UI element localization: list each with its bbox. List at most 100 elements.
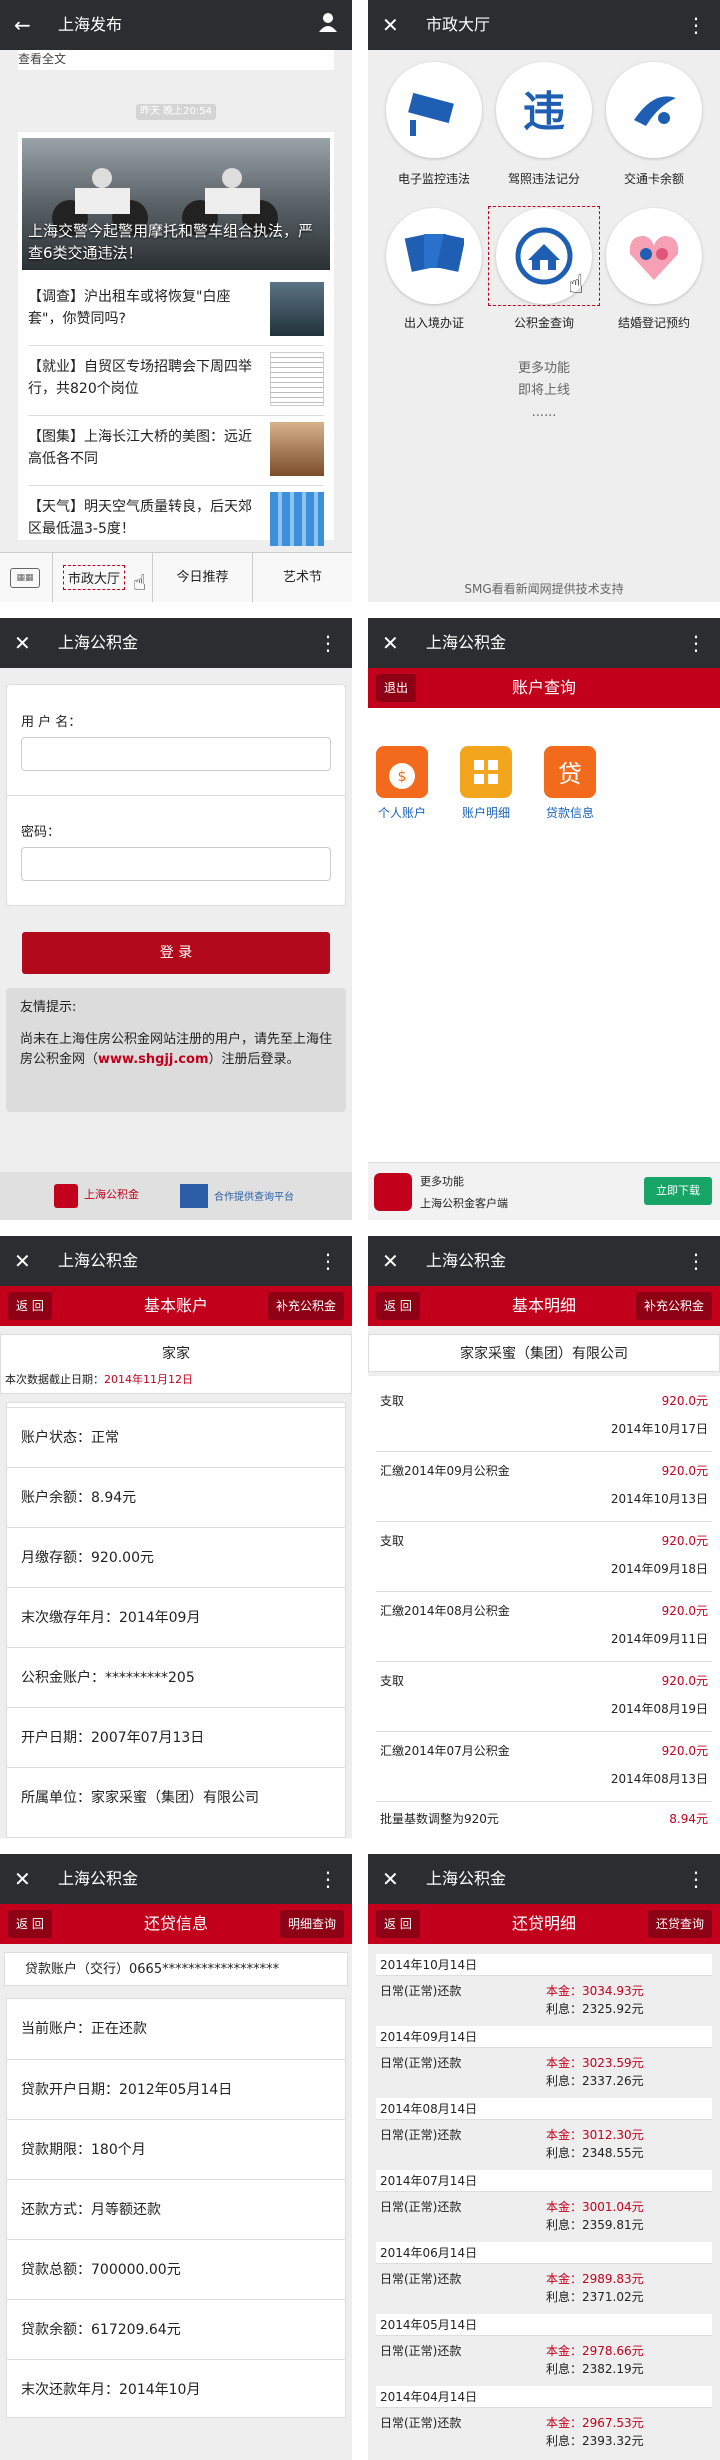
page-title: 市政大厅: [426, 15, 491, 34]
password-label: 密码：: [21, 825, 61, 840]
icon-label: 贷款信息: [545, 806, 594, 820]
loan-info-icon[interactable]: 贷: [544, 746, 596, 798]
transaction-row: 批量基数调整为920元 8.94元: [376, 1802, 712, 1838]
back-button[interactable]: 返 回: [8, 1910, 52, 1938]
svg-text:$: $: [398, 769, 407, 785]
read-more-text[interactable]: 查看全文: [18, 50, 66, 67]
title-bar: ✕ 上海公积金 ⋮: [368, 1854, 720, 1904]
repayment-query-button[interactable]: 还贷查询: [647, 1910, 712, 1938]
more-menu-icon[interactable]: ⋮: [686, 618, 706, 668]
back-button[interactable]: 返 回: [376, 1910, 420, 1938]
back-button[interactable]: 返 回: [376, 1292, 420, 1320]
more-menu-icon[interactable]: ⋮: [318, 1854, 338, 1904]
account-info-list: 账户状态：正常 账户余额：8.94元 月缴存额：920.00元 末次缴存年月：2…: [6, 1402, 346, 1838]
close-icon[interactable]: ✕: [382, 1854, 399, 1904]
repayment-date: 2014年04月14日: [376, 2386, 712, 2408]
panel-loan-info: ✕ 上海公积金 ⋮ 还贷信息 返 回 明细查询 贷款账户（交行）0665****…: [0, 1854, 352, 2460]
more-menu-icon[interactable]: ⋮: [318, 618, 338, 668]
list-item[interactable]: 【图集】上海长江大桥的美图：远近高低各不同: [28, 416, 324, 486]
transaction-amount: 920.0元: [661, 1674, 708, 1688]
shgjj-link[interactable]: www.shgjj.com: [98, 1052, 208, 1067]
page-title: 上海公积金: [58, 1869, 139, 1888]
close-icon[interactable]: ✕: [14, 1854, 31, 1904]
title-bar: ✕ 上海公积金 ⋮: [0, 618, 352, 668]
repayment-type: 日常(正常)还款: [380, 2128, 462, 2142]
list-item[interactable]: 【就业】自贸区专场招聘会下周四举行，共820个岗位: [28, 346, 324, 416]
exit-button[interactable]: 退出: [376, 674, 417, 702]
repayment-entry: 2014年10月14日 日常(正常)还款 本金：3034.93元 利息：2325…: [376, 1954, 712, 2026]
menu-item-jinrituijian[interactable]: 今日推荐: [152, 553, 252, 602]
thumbnail: [270, 282, 324, 336]
transaction-row: 汇缴2014年07月公积金 920.0元 2014年08月13日: [376, 1732, 712, 1802]
violation-icon[interactable]: 违: [496, 62, 592, 158]
supplementary-fund-button[interactable]: 补充公积金: [267, 1292, 344, 1320]
close-icon[interactable]: ✕: [382, 618, 399, 668]
more-functions-text: 更多功能: [517, 361, 570, 376]
close-icon[interactable]: ✕: [382, 0, 399, 50]
more-menu-icon[interactable]: ⋮: [686, 1236, 706, 1286]
account-detail-icon[interactable]: [460, 746, 512, 798]
icon-label: 账户明细: [461, 806, 510, 820]
more-menu-icon[interactable]: ⋮: [318, 1236, 338, 1286]
panel-basic-detail: ✕ 上海公积金 ⋮ 基本明细 返 回 补充公积金 家家采蜜（集团）有限公司 支取…: [368, 1236, 720, 1838]
back-button[interactable]: 返 回: [8, 1292, 52, 1320]
principal: 本金：2967.53元: [546, 2416, 644, 2430]
info-row: 所属单位：家家采蜜（集团）有限公司: [7, 1767, 345, 1827]
title-bar: ← 上海发布: [0, 0, 352, 50]
repayment-type: 日常(正常)还款: [380, 2056, 462, 2070]
passport-icon[interactable]: [386, 208, 482, 304]
transaction-date: 2014年08月19日: [610, 1702, 708, 1716]
interest: 利息：2348.55元: [546, 2146, 644, 2160]
username-input[interactable]: [21, 737, 331, 771]
account-name: 家家: [162, 1346, 190, 1362]
repayment-date: 2014年05月14日: [376, 2314, 712, 2336]
page-title: 上海发布: [58, 15, 123, 34]
header-bar: 基本账户 返 回 补充公积金: [0, 1286, 352, 1326]
footer-credit: SMG看看新闻网提供技术支持: [464, 582, 624, 596]
repayment-type: 日常(正常)还款: [380, 2416, 462, 2430]
data-date: 本次数据截止日期：2014年11月12日: [5, 1371, 193, 1387]
title-bar: ✕ 上海公积金 ⋮: [0, 1854, 352, 1904]
menu-label: 今日推荐: [176, 570, 229, 585]
transport-card-icon[interactable]: [606, 62, 702, 158]
money-bag-icon[interactable]: $: [376, 746, 428, 798]
back-arrow-icon[interactable]: ←: [14, 0, 31, 50]
list-item[interactable]: 【调查】沪出租车或将恢复"白座套"，你赞同吗?: [28, 276, 324, 346]
more-menu-icon[interactable]: ⋮: [686, 1854, 706, 1904]
password-input[interactable]: [21, 847, 331, 881]
close-icon[interactable]: ✕: [14, 618, 31, 668]
info-row: 账户余额：8.94元: [7, 1467, 345, 1527]
headline-banner[interactable]: 上海交警今起警用摩托和警车组合执法，严查6类交通违法！: [22, 138, 330, 270]
login-button[interactable]: 登 录: [22, 932, 330, 974]
tip-text: 尚未在上海住房公积金网站注册的用户，请先至上海住房公积金网（www.shgjj.…: [20, 1030, 332, 1070]
info-row: 月缴存额：920.00元: [7, 1527, 345, 1587]
close-icon[interactable]: ✕: [382, 1236, 399, 1286]
hand-cursor-icon: ☝: [568, 270, 584, 300]
menu-item-yishujie[interactable]: 艺术节: [252, 553, 352, 602]
transaction-row: 汇缴2014年08月公积金 920.0元 2014年09月11日: [376, 1592, 712, 1662]
footer-bar: 上海公积金 合作提供查询平台: [0, 1172, 352, 1220]
transaction-date: 2014年08月13日: [610, 1772, 708, 1786]
shgjj-logo-icon: [54, 1184, 78, 1208]
page-title: 上海公积金: [58, 1251, 139, 1270]
panel-basic-account: ✕ 上海公积金 ⋮ 基本账户 返 回 补充公积金 家家 本次数据截止日期：201…: [0, 1236, 352, 1838]
platform-logo-icon: [180, 1184, 208, 1208]
more-menu-icon[interactable]: ⋮: [686, 0, 706, 50]
list-item[interactable]: 【天气】明天空气质量转良，后天郊区最低温3-5度！: [28, 486, 324, 556]
svg-text:贷: 贷: [558, 760, 582, 788]
close-icon[interactable]: ✕: [14, 1236, 31, 1286]
marriage-icon[interactable]: [606, 208, 702, 304]
menu-item-shizhengdating[interactable]: 市政大厅 ☝: [52, 553, 152, 602]
transaction-amount: 920.0元: [661, 1464, 708, 1478]
camera-icon[interactable]: [386, 62, 482, 158]
download-button[interactable]: 立即下载: [644, 1177, 712, 1205]
detail-query-button[interactable]: 明细查询: [279, 1910, 344, 1938]
panel-shanghai-fabu: ← 上海发布 查看全文 昨天 晚上20:54 上海交警今起警用摩托和警车组合执法…: [0, 0, 352, 602]
app-download-banner: 更多功能 上海公积金客户端 立即下载: [368, 1162, 720, 1220]
profile-icon[interactable]: [318, 0, 338, 50]
supplementary-fund-button[interactable]: 补充公积金: [635, 1292, 712, 1320]
transaction-type: 支取: [380, 1674, 405, 1688]
tip-text-part2: ）注册后登录。: [208, 1052, 300, 1067]
timestamp: 昨天 晚上20:54: [136, 104, 216, 120]
keyboard-icon[interactable]: ▦▦: [10, 568, 40, 588]
